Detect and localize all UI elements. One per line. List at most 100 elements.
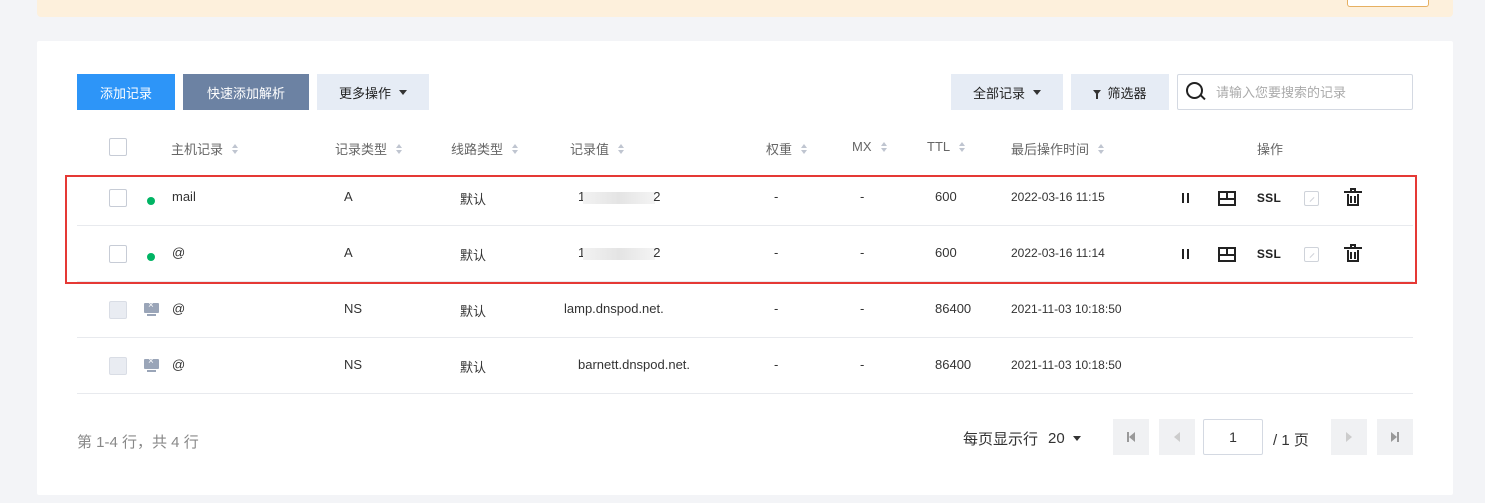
column-actions: 操作 bbox=[1257, 139, 1283, 158]
ttl-cell: 86400 bbox=[935, 301, 972, 316]
caret-down-icon bbox=[1072, 436, 1081, 441]
row-actions: SSL bbox=[1171, 240, 1381, 268]
row-checkbox[interactable] bbox=[109, 245, 127, 263]
add-record-button[interactable]: 添加记录 bbox=[77, 74, 175, 110]
edit-button[interactable] bbox=[1297, 240, 1325, 268]
line-cell: 默认 bbox=[460, 304, 487, 319]
system-record-icon bbox=[144, 300, 159, 317]
weight-cell: - bbox=[774, 301, 779, 316]
caret-down-icon bbox=[399, 89, 407, 95]
column-weight[interactable]: 权重 bbox=[766, 139, 808, 158]
last-page-button[interactable] bbox=[1377, 419, 1413, 455]
ssl-button[interactable]: SSL bbox=[1255, 184, 1283, 212]
line-cell: 默认 bbox=[460, 360, 487, 375]
sort-icon bbox=[801, 143, 808, 154]
column-mx[interactable]: MX bbox=[852, 139, 887, 154]
host-cell: mail bbox=[172, 189, 196, 204]
weight-cell: - bbox=[774, 189, 779, 204]
monitor-icon bbox=[1218, 190, 1236, 206]
all-records-label: 全部记录 bbox=[972, 85, 1025, 101]
delete-button[interactable] bbox=[1339, 184, 1367, 212]
ttl-cell: 86400 bbox=[935, 357, 972, 372]
value-suffix: 2 bbox=[653, 245, 661, 260]
sort-icon bbox=[512, 143, 519, 154]
host-cell: @ bbox=[172, 245, 186, 260]
line-cell: 默认 bbox=[460, 192, 487, 207]
prev-page-button[interactable] bbox=[1159, 419, 1195, 455]
pause-icon bbox=[1181, 193, 1189, 203]
redacted-value bbox=[583, 247, 656, 260]
column-ttl[interactable]: TTL bbox=[927, 139, 966, 154]
monitor-button[interactable] bbox=[1213, 240, 1241, 268]
column-updated-label: 最后操作时间 bbox=[1011, 142, 1090, 157]
type-cell: A bbox=[344, 189, 353, 204]
column-mx-label: MX bbox=[852, 139, 872, 154]
notice-action-button[interactable] bbox=[1347, 0, 1429, 7]
sort-icon bbox=[1098, 143, 1105, 154]
page-number-input[interactable] bbox=[1203, 419, 1263, 455]
value-cell: 12 bbox=[578, 245, 660, 260]
updated-cell: 2022-03-16 11:14 bbox=[1011, 246, 1105, 260]
mx-cell: - bbox=[860, 245, 865, 260]
ttl-cell: 600 bbox=[935, 245, 957, 260]
edit-icon bbox=[1303, 190, 1319, 206]
pause-button[interactable] bbox=[1171, 184, 1199, 212]
next-page-button[interactable] bbox=[1331, 419, 1367, 455]
all-records-dropdown[interactable]: 全部记录 bbox=[951, 74, 1063, 110]
chevron-right-icon bbox=[1346, 432, 1352, 442]
type-cell: NS bbox=[344, 357, 363, 372]
monitor-button[interactable] bbox=[1213, 184, 1241, 212]
pagination-bar: 第 1-4 行，共 4 行 每页显示行 20 / 1 页 bbox=[77, 419, 1413, 455]
column-value-label: 记录值 bbox=[570, 142, 610, 157]
value-cell: lamp.dnspod.net. bbox=[564, 301, 664, 316]
host-cell: @ bbox=[172, 357, 186, 372]
sort-icon bbox=[232, 143, 239, 154]
weight-cell: - bbox=[774, 245, 779, 260]
edit-button[interactable] bbox=[1297, 184, 1325, 212]
select-all-checkbox[interactable] bbox=[109, 138, 127, 156]
more-actions-button[interactable]: 更多操作 bbox=[317, 74, 429, 110]
first-page-button[interactable] bbox=[1113, 419, 1149, 455]
mx-cell: - bbox=[860, 301, 865, 316]
row-checkbox bbox=[109, 357, 127, 375]
sort-icon bbox=[396, 143, 403, 154]
column-updated[interactable]: 最后操作时间 bbox=[1011, 139, 1105, 158]
column-value[interactable]: 记录值 bbox=[570, 139, 625, 158]
updated-cell: 2022-03-16 11:15 bbox=[1011, 190, 1105, 204]
ssl-label: SSL bbox=[1256, 247, 1282, 261]
quick-add-button[interactable]: 快速添加解析 bbox=[183, 74, 309, 110]
ttl-cell: 600 bbox=[935, 189, 957, 204]
filter-label: 筛选器 bbox=[1107, 85, 1147, 101]
redacted-value bbox=[583, 191, 656, 204]
table-row[interactable]: mail A 默认 12 - - 600 2022-03-16 11:15 SS… bbox=[77, 170, 1413, 226]
column-host[interactable]: 主机记录 bbox=[171, 139, 239, 158]
type-cell: A bbox=[344, 245, 353, 260]
total-pages: / 1 页 bbox=[1273, 432, 1309, 449]
row-summary: 第 1-4 行，共 4 行 bbox=[77, 434, 199, 451]
page-size-value: 20 bbox=[1048, 430, 1065, 447]
row-checkbox bbox=[109, 301, 127, 319]
last-page-icon bbox=[1397, 432, 1399, 442]
search-icon[interactable] bbox=[1186, 82, 1206, 102]
table-row[interactable]: @ NS 默认 barnett.dnspod.net. - - 86400 20… bbox=[77, 338, 1413, 394]
mx-cell: - bbox=[860, 357, 865, 372]
ssl-button[interactable]: SSL bbox=[1255, 240, 1283, 268]
delete-button[interactable] bbox=[1339, 240, 1367, 268]
updated-cell: 2021-11-03 10:18:50 bbox=[1011, 358, 1122, 372]
column-type[interactable]: 记录类型 bbox=[335, 139, 403, 158]
row-checkbox[interactable] bbox=[109, 189, 127, 207]
mx-cell: - bbox=[860, 189, 865, 204]
pause-button[interactable] bbox=[1171, 240, 1199, 268]
column-line[interactable]: 线路类型 bbox=[451, 139, 519, 158]
search-input[interactable] bbox=[1216, 84, 1406, 100]
table-row[interactable]: @ A 默认 12 - - 600 2022-03-16 11:14 SSL bbox=[77, 226, 1413, 282]
filter-button[interactable]: 筛选器 bbox=[1071, 74, 1169, 110]
ssl-label: SSL bbox=[1256, 191, 1282, 205]
page-size-select[interactable]: 每页显示行 20 bbox=[963, 428, 1081, 449]
line-cell: 默认 bbox=[460, 248, 487, 263]
table-row[interactable]: @ NS 默认 lamp.dnspod.net. - - 86400 2021-… bbox=[77, 282, 1413, 338]
status-active-icon bbox=[147, 197, 155, 205]
value-cell: barnett.dnspod.net. bbox=[578, 357, 691, 372]
table-header: 主机记录 记录类型 线路类型 记录值 权重 MX TTL 最后操作时间 操作 bbox=[77, 126, 1413, 168]
first-page-arrow-icon bbox=[1129, 432, 1135, 442]
